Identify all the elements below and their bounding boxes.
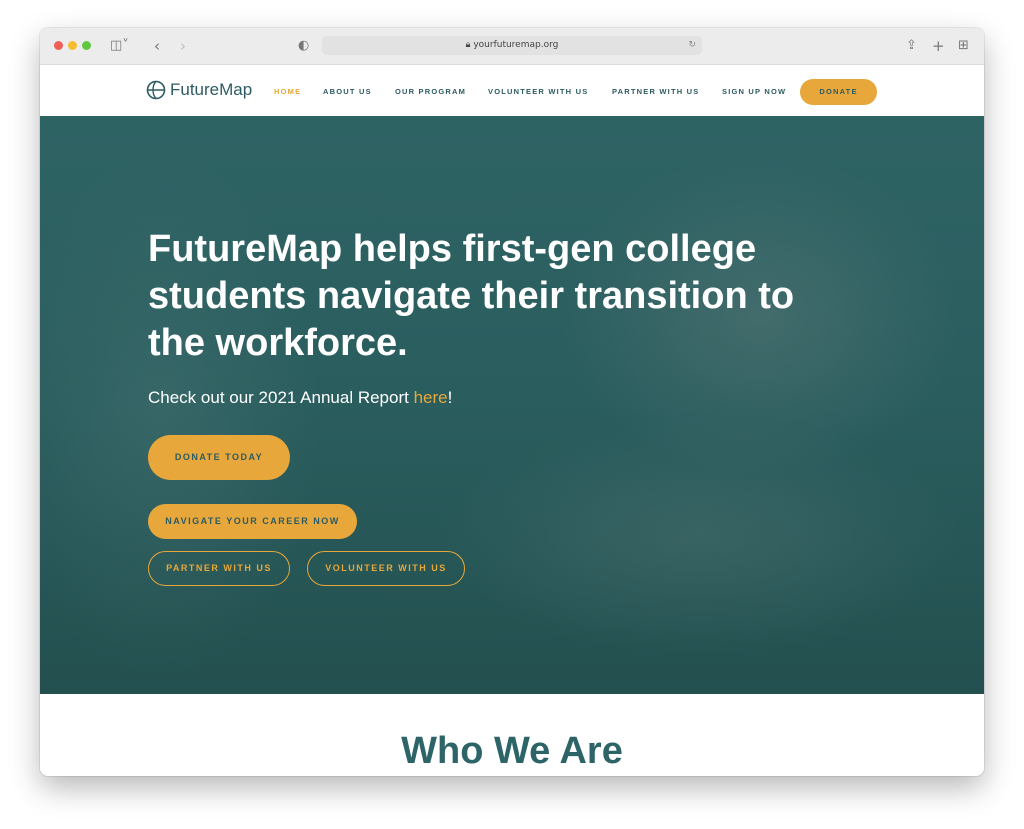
forward-icon[interactable]: › xyxy=(180,37,186,55)
lock-icon: 🔒︎ xyxy=(465,40,471,50)
logo-text: FutureMap xyxy=(170,80,253,99)
annual-report-link[interactable]: here xyxy=(414,388,448,407)
report-prefix: Check out our 2021 Annual Report xyxy=(148,388,414,407)
site-nav: FutureMap HOME ABOUT US OUR PROGRAM VOLU… xyxy=(40,65,984,117)
maximize-window-button[interactable] xyxy=(82,41,91,50)
volunteer-button[interactable]: VOLUNTEER WITH US xyxy=(307,551,465,586)
hero-section: FutureMap helps first-gen college studen… xyxy=(40,116,984,694)
address-bar[interactable]: 🔒︎ yourfuturemap.org ↻ xyxy=(322,36,702,55)
sidebar-icon[interactable]: ◫˅ xyxy=(110,37,129,55)
reload-icon[interactable]: ↻ xyxy=(688,36,696,55)
tab-overview-icon[interactable]: ⊞ xyxy=(958,37,969,55)
hero-headline: FutureMap helps first-gen college studen… xyxy=(148,228,795,364)
nav-our-program[interactable]: OUR PROGRAM xyxy=(395,87,466,96)
nav-donate-button[interactable]: DONATE xyxy=(800,79,877,105)
privacy-shield-icon[interactable]: ◐ xyxy=(298,37,309,55)
browser-toolbar: ◫˅ ‹ › ◐ 🔒︎ yourfuturemap.org ↻ ⇪ + ⊞ xyxy=(40,28,984,65)
back-icon[interactable]: ‹ xyxy=(154,37,160,55)
report-suffix: ! xyxy=(447,388,453,407)
close-window-button[interactable] xyxy=(54,41,63,50)
donate-today-button[interactable]: DONATE TODAY xyxy=(148,435,290,480)
navigate-career-button[interactable]: NAVIGATE YOUR CAREER NOW xyxy=(148,504,357,539)
partner-button[interactable]: PARTNER WITH US xyxy=(148,551,290,586)
annual-report-text: Check out our 2021 Annual Report here! xyxy=(148,388,452,408)
logo[interactable]: FutureMap xyxy=(146,80,252,100)
globe-icon xyxy=(146,80,166,100)
nav-home[interactable]: HOME xyxy=(274,87,301,96)
nav-sign-up[interactable]: SIGN UP NOW xyxy=(722,87,786,96)
minimize-window-button[interactable] xyxy=(68,41,77,50)
nav-partner[interactable]: PARTNER WITH US xyxy=(612,87,699,96)
new-tab-icon[interactable]: + xyxy=(932,37,945,55)
share-icon[interactable]: ⇪ xyxy=(906,37,917,55)
nav-about-us[interactable]: ABOUT US xyxy=(323,87,372,96)
section-title: Who We Are xyxy=(401,730,623,772)
url-text: yourfuturemap.org xyxy=(473,40,559,50)
nav-volunteer[interactable]: VOLUNTEER WITH US xyxy=(488,87,588,96)
browser-window: ◫˅ ‹ › ◐ 🔒︎ yourfuturemap.org ↻ ⇪ + ⊞ Fu… xyxy=(40,28,984,776)
